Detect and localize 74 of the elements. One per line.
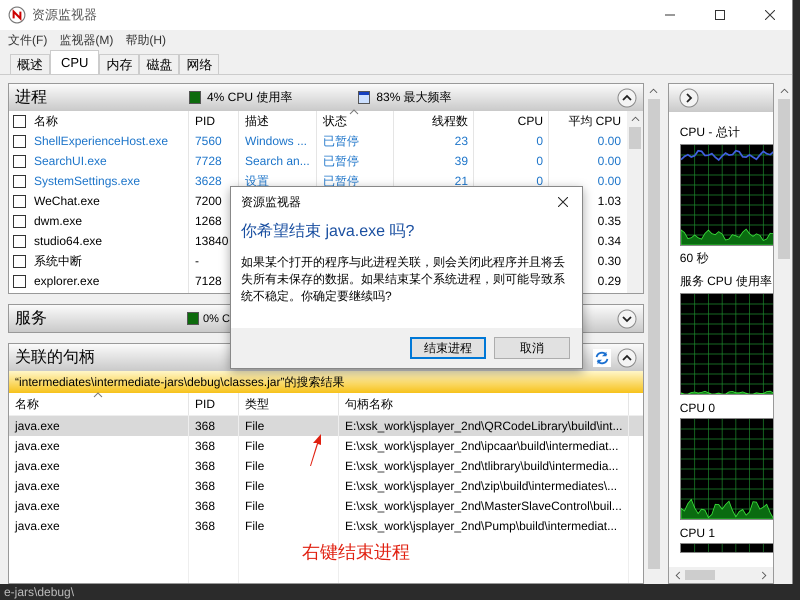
table-cell: E:\xsk_work\jsplayer_2nd\Pump\build\intermediat... (339, 516, 629, 536)
table-cell: 1.03 (598, 194, 621, 208)
cpu-usage-label: 4% CPU 使用率 (207, 89, 292, 106)
section-title: 服务 (15, 309, 48, 329)
table-cell: E:\xsk_work\jsplayer_2nd\ipcaar\build\intermediat... (339, 436, 629, 456)
table-cell: java.exe (9, 476, 189, 496)
process-name: studio64.exe (34, 234, 102, 248)
table-cell: 368 (189, 456, 239, 476)
path-text: e-jars\debug\ (4, 585, 74, 599)
search-result-label: “intermediates\intermediate-jars\debug\classes.jar”的搜索结果 (15, 374, 344, 390)
graph-title: CPU - 总计 (680, 124, 741, 141)
frequency-label: 83% 最大频率 (376, 89, 452, 106)
table-cell: File (239, 476, 339, 496)
table-cell: 已暂停 (323, 152, 359, 170)
process-name: 系统中断 (34, 252, 82, 270)
table-cell: 1268 (195, 214, 222, 228)
process-name: dwm.exe (34, 214, 82, 228)
dialog-heading: 你希望结束 java.exe 吗? (241, 222, 416, 242)
cpu-usage-label: 0% C (203, 312, 230, 324)
process-name: ShellExperienceHost.exe (34, 134, 168, 148)
table-cell: 设置 (245, 172, 269, 190)
process-name: SearchUI.exe (34, 154, 107, 168)
table-cell: 0.29 (598, 274, 621, 288)
graph-title: 服务 CPU 使用率 (680, 273, 773, 290)
table-cell: 7200 (195, 194, 222, 208)
table-cell: 21 (454, 174, 468, 188)
table-cell: 23 (454, 134, 468, 148)
dialog-title: 资源监视器 (241, 194, 301, 210)
process-name: SystemSettings.exe (34, 174, 140, 188)
table-cell: java.exe (9, 416, 189, 436)
table-cell: 0.00 (598, 134, 621, 148)
table-cell: E:\xsk_work\jsplayer_2nd\MasterSlaveControl\buil... (339, 496, 629, 516)
table-cell: - (195, 254, 199, 268)
table-cell: E:\xsk_work\jsplayer_2nd\QRCodeLibrary\build\int... (339, 416, 629, 436)
process-name: explorer.exe (34, 274, 100, 288)
table-cell: E:\xsk_work\jsplayer_2nd\zip\build\intermediates\... (339, 476, 629, 496)
table-cell: 13840 (195, 234, 228, 248)
table-cell: 368 (189, 496, 239, 516)
table-cell: 368 (189, 416, 239, 436)
table-cell: java.exe (9, 436, 189, 456)
annotation-text: 右键结束进程 (302, 541, 410, 564)
graph-title: CPU 1 (680, 526, 716, 540)
table-cell: 7560 (195, 134, 222, 148)
table-cell: Search an... (245, 154, 310, 168)
dialog-message: 如果某个打开的程序与此进程关联，则会关闭此程序并且将丢失所有未保存的数据。如果结束某个系统进程，则可能导致系统不稳定。你确定要继续吗? (241, 254, 566, 305)
table-cell: Windows ... (245, 134, 308, 148)
window-title: 资源监视器 (32, 6, 97, 24)
table-cell: 368 (189, 436, 239, 456)
table-cell: 0.00 (598, 174, 621, 188)
table-cell: 39 (454, 154, 468, 168)
process-name: WeChat.exe (34, 194, 100, 208)
table-cell: java.exe (9, 496, 189, 516)
table-cell: 0 (536, 174, 543, 188)
table-cell: 7128 (195, 274, 222, 288)
table-cell: java.exe (9, 456, 189, 476)
table-cell: java.exe (9, 516, 189, 536)
section-title: 关联的句柄 (15, 348, 96, 368)
table-cell: 0 (536, 134, 543, 148)
table-cell: 0.34 (598, 234, 621, 248)
table-cell: File (239, 496, 339, 516)
table-cell: File (239, 516, 339, 536)
graph-title: CPU 0 (680, 401, 716, 415)
time-span-label: 60 秒 (680, 250, 710, 267)
table-cell: E:\xsk_work\jsplayer_2nd\tlibrary\build\intermedia... (339, 456, 629, 476)
section-title: 进程 (15, 88, 48, 108)
table-cell: 0.00 (598, 154, 621, 168)
table-cell: 0 (536, 154, 543, 168)
table-cell: 0.35 (598, 214, 621, 228)
table-cell: 0.30 (598, 254, 621, 268)
table-cell: 3628 (195, 174, 222, 188)
table-cell: 已暂停 (323, 132, 359, 150)
table-cell: 368 (189, 476, 239, 496)
table-cell: 7728 (195, 154, 222, 168)
table-cell: 368 (189, 516, 239, 536)
